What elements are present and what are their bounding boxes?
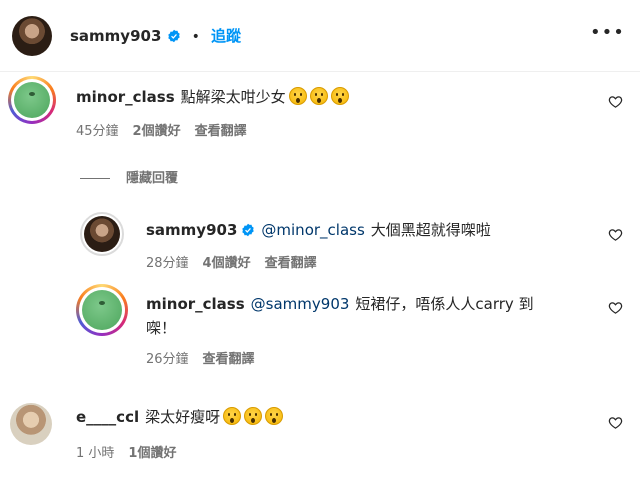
comment-likes[interactable]: 2個讚好 <box>133 124 181 139</box>
reply-meta: 26分鐘 查看翻譯 <box>146 348 269 367</box>
comment-body: e____ccl 梁太好瘦呀 <box>76 406 284 427</box>
astonished-face-icon <box>309 87 328 105</box>
follow-button[interactable]: 追蹤 <box>211 27 241 45</box>
reply-body: sammy903 @minor_class 大個黑超就得㗎啦 <box>146 219 491 240</box>
comment-meta: 1 小時 1個讚好 <box>76 442 190 461</box>
header-username[interactable]: sammy903 <box>70 27 161 45</box>
astonished-face-icon <box>223 407 242 425</box>
hide-replies-button[interactable]: 隱藏回覆 <box>80 167 178 186</box>
verified-badge-icon <box>242 223 255 237</box>
astonished-face-icon <box>244 407 263 425</box>
reply-body-line2: 㗎！ <box>146 319 177 337</box>
comment-time[interactable]: 45分鐘 <box>76 124 119 139</box>
reply-avatar[interactable] <box>76 284 128 336</box>
header-divider <box>0 71 640 72</box>
avatar-image <box>14 82 50 118</box>
comment-meta: 45分鐘 2個讚好 查看翻譯 <box>76 120 261 139</box>
reply-text: 大個黑超就得㗎啦 <box>370 221 491 239</box>
comment-avatar[interactable] <box>10 403 52 445</box>
more-options-icon[interactable]: ••• <box>590 22 625 43</box>
reply-username[interactable]: sammy903 <box>146 221 237 239</box>
hide-replies-label: 隱藏回覆 <box>126 171 179 186</box>
translate-link[interactable]: 查看翻譯 <box>195 124 247 139</box>
reply-likes[interactable]: 4個讚好 <box>203 256 251 271</box>
avatar-image <box>82 290 122 330</box>
mention-link[interactable]: @minor_class <box>261 221 364 239</box>
reply-text: 短裙仔，唔係人人carry 到 <box>355 295 534 313</box>
comment-text: 點解梁太咁少女 <box>180 88 286 106</box>
avatar-image <box>84 216 120 252</box>
comment-text: 梁太好瘦呀 <box>145 408 221 426</box>
comment-username[interactable]: minor_class <box>76 88 175 106</box>
astonished-face-icon <box>330 87 349 105</box>
comment-body: minor_class 點解梁太咁少女 <box>76 86 349 107</box>
reply-meta: 28分鐘 4個讚好 查看翻譯 <box>146 252 331 271</box>
reply-time[interactable]: 28分鐘 <box>146 256 189 271</box>
reply-time[interactable]: 26分鐘 <box>146 352 189 367</box>
comment-username[interactable]: e____ccl <box>76 408 139 426</box>
translate-link[interactable]: 查看翻譯 <box>203 352 255 367</box>
hide-replies-line <box>80 178 110 179</box>
heart-icon[interactable] <box>608 415 623 430</box>
translate-link[interactable]: 查看翻譯 <box>265 256 317 271</box>
mention-link[interactable]: @sammy903 <box>251 295 350 313</box>
astonished-face-icon <box>288 87 307 105</box>
reply-body-line1: minor_class @sammy903 短裙仔，唔係人人carry 到 <box>146 293 534 314</box>
header-user-row: sammy903 • 追蹤 <box>70 25 241 46</box>
reply-username[interactable]: minor_class <box>146 295 245 313</box>
heart-icon[interactable] <box>608 300 623 315</box>
astonished-face-icon <box>265 407 284 425</box>
heart-icon[interactable] <box>608 94 623 109</box>
reply-avatar[interactable] <box>80 212 124 256</box>
header-avatar[interactable] <box>12 16 52 56</box>
heart-icon[interactable] <box>608 227 623 242</box>
comment-avatar[interactable] <box>8 76 56 124</box>
comment-time[interactable]: 1 小時 <box>76 446 114 461</box>
separator-dot: • <box>191 29 200 45</box>
verified-badge-icon <box>167 29 180 43</box>
comment-likes[interactable]: 1個讚好 <box>128 446 176 461</box>
